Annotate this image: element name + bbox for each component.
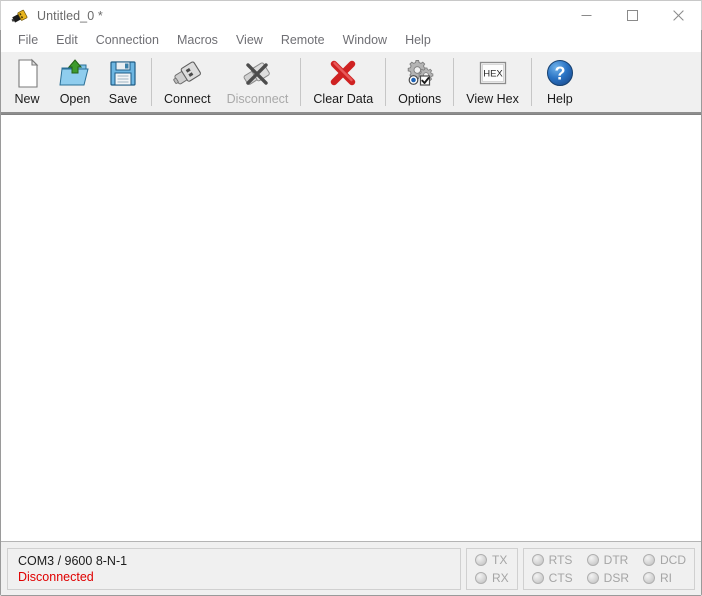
gears-options-icon [404, 58, 436, 89]
new-button-label: New [14, 92, 40, 106]
maximize-button[interactable] [609, 1, 655, 31]
save-button-label: Save [108, 92, 138, 106]
options-button-label: Options [398, 92, 442, 106]
menu-item-file[interactable]: File [9, 31, 47, 51]
terminal-area[interactable] [1, 114, 701, 542]
rx-led-icon [474, 571, 487, 584]
rts-led-label: RTS [548, 552, 573, 567]
close-button[interactable] [655, 1, 701, 31]
menu-item-window[interactable]: Window [334, 31, 396, 51]
toolbar-separator [530, 58, 532, 106]
help-button[interactable]: ? Help [536, 55, 584, 109]
led-dsr: DSR [586, 569, 629, 586]
view-hex-button-label: View Hex [466, 92, 519, 106]
connection-settings-text: COM3 / 9600 8-N-1 [18, 553, 128, 568]
terminal-output[interactable] [1, 115, 701, 541]
tx-led-icon [474, 553, 487, 566]
dcd-led-label: DCD [660, 552, 686, 567]
led-rx: RX [474, 569, 509, 586]
rts-led-icon [531, 553, 544, 566]
open-button[interactable]: Open [51, 55, 99, 109]
serial-plug-icon [10, 6, 30, 26]
clear-data-button-label: Clear Data [313, 92, 374, 106]
disconnect-button: Disconnect [219, 55, 297, 109]
app-window: Untitled_0 * File Edit Connection Macros… [0, 0, 702, 596]
tx-led-label: TX [491, 552, 508, 567]
red-x-icon [327, 58, 359, 89]
options-button[interactable]: Options [390, 55, 449, 109]
toolbar-separator [453, 58, 455, 106]
led-rts: RTS [531, 551, 573, 568]
dsr-led-icon [586, 571, 599, 584]
led-tx: TX [474, 551, 509, 568]
led-dtr: DTR [586, 551, 629, 568]
modem-leds-panel: RTS CTS DTR DSR DCD RI [522, 547, 695, 590]
window-controls [563, 1, 701, 31]
status-bar: COM3 / 9600 8-N-1 Disconnected TX RX RTS [1, 542, 701, 595]
rx-led-label: RX [491, 570, 509, 585]
dsr-led-label: DSR [603, 570, 629, 585]
led-dcd: DCD [643, 551, 686, 568]
ri-led-label: RI [660, 570, 672, 585]
minimize-button[interactable] [563, 1, 609, 31]
new-button[interactable]: New [3, 55, 51, 109]
clear-data-button[interactable]: Clear Data [305, 55, 381, 109]
toolbar-separator [151, 58, 152, 106]
connect-button-label: Connect [164, 92, 211, 106]
connection-state-text: Disconnected [18, 569, 94, 584]
svg-text:?: ? [554, 64, 565, 84]
data-leds-panel: TX RX [465, 547, 518, 590]
svg-text:HEX: HEX [483, 69, 503, 80]
hex-button-icon: HEX [477, 58, 509, 89]
open-button-label: Open [59, 92, 91, 106]
title-bar: Untitled_0 * [0, 0, 702, 30]
cts-led-label: CTS [548, 570, 573, 585]
led-ri: RI [643, 569, 686, 586]
toolbar-separator [300, 58, 302, 106]
new-document-icon [11, 58, 43, 89]
dcd-led-icon [643, 553, 655, 566]
dtr-led-icon [586, 553, 599, 566]
usb-plug-disconnect-icon [241, 58, 273, 89]
menu-item-remote[interactable]: Remote [272, 31, 334, 51]
menu-bar: File Edit Connection Macros View Remote … [1, 30, 701, 52]
connection-status-panel: COM3 / 9600 8-N-1 Disconnected [7, 547, 461, 590]
disconnect-button-label: Disconnect [226, 92, 289, 106]
ri-led-icon [643, 571, 655, 584]
view-hex-button[interactable]: HEX View Hex [458, 55, 527, 109]
help-button-label: Help [546, 92, 573, 106]
menu-item-view[interactable]: View [227, 31, 272, 51]
connect-button[interactable]: Connect [156, 55, 219, 109]
open-folder-icon [59, 58, 91, 89]
menu-item-help[interactable]: Help [396, 31, 440, 51]
save-button[interactable]: Save [99, 55, 147, 109]
blue-question-icon: ? [544, 58, 576, 89]
menu-item-edit[interactable]: Edit [47, 31, 87, 51]
toolbar-separator [385, 58, 387, 106]
cts-led-icon [531, 571, 544, 584]
window-title: Untitled_0 * [37, 8, 103, 23]
floppy-disk-icon [107, 58, 139, 89]
toolbar: New Open Save Connect Disconnect Clear D… [1, 52, 701, 114]
menu-item-macros[interactable]: Macros [168, 31, 227, 51]
menu-item-connection[interactable]: Connection [87, 31, 168, 51]
usb-plug-icon [171, 58, 203, 89]
dtr-led-label: DTR [603, 552, 629, 567]
led-cts: CTS [531, 569, 573, 586]
